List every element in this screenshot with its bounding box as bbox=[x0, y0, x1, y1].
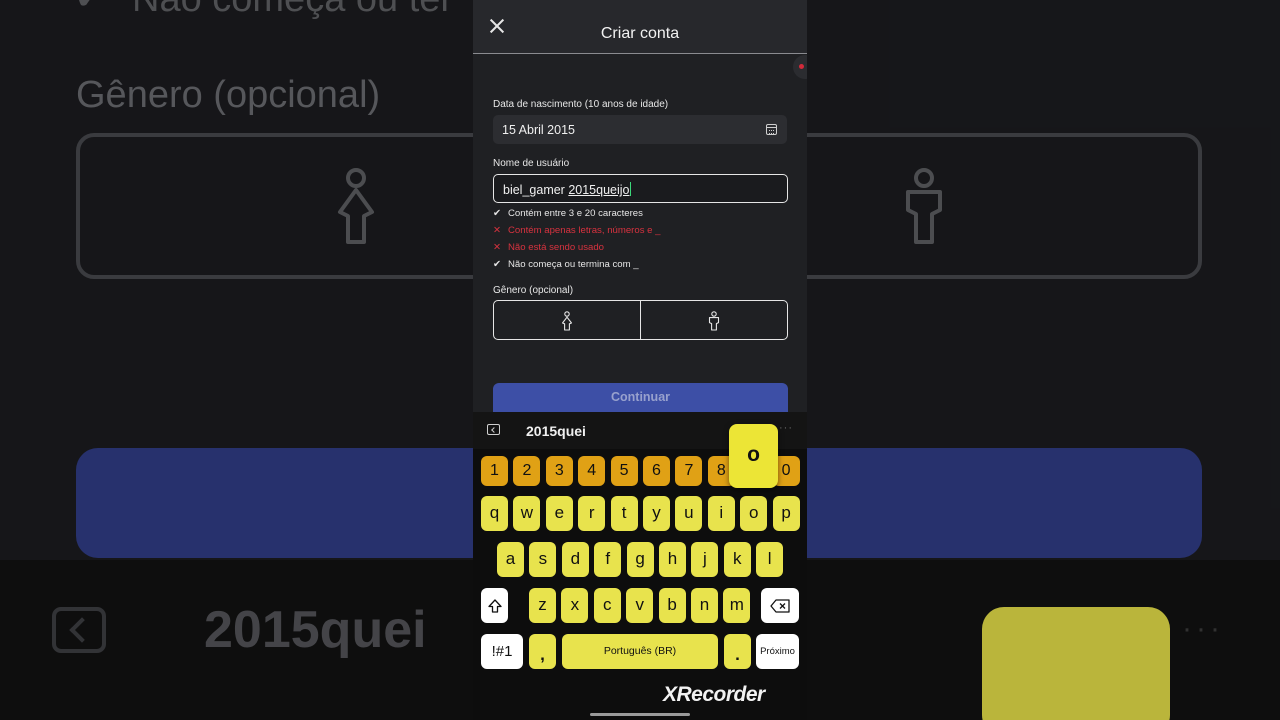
username-input[interactable]: biel_gamer 2015queijo bbox=[493, 174, 788, 203]
calendar-icon[interactable] bbox=[766, 124, 777, 135]
number-key-4[interactable]: 4 bbox=[578, 456, 606, 486]
shift-icon bbox=[487, 599, 502, 613]
check-icon: ✔ bbox=[493, 208, 502, 219]
number-key-3[interactable]: 3 bbox=[545, 456, 573, 486]
space-key[interactable]: Português (BR) bbox=[562, 634, 718, 669]
rule-text: Não está sendo usado bbox=[508, 242, 605, 253]
gender-option-male[interactable] bbox=[640, 301, 787, 339]
recording-indicator-icon[interactable] bbox=[793, 55, 807, 79]
phone-screen: Criar conta Data de nascimento (10 anos … bbox=[473, 0, 807, 720]
male-icon bbox=[708, 311, 720, 331]
letter-key-p[interactable]: p bbox=[772, 496, 800, 531]
letter-key-o[interactable]: o bbox=[740, 496, 768, 531]
text-caret bbox=[629, 182, 631, 196]
letter-key-a[interactable]: a bbox=[497, 542, 524, 577]
number-key-6[interactable]: 6 bbox=[643, 456, 670, 486]
username-value-composing: 2015queijo bbox=[568, 183, 630, 197]
letter-key-g[interactable]: g bbox=[626, 542, 654, 577]
rule-length: ✔ Contém entre 3 e 20 caracteres bbox=[493, 208, 643, 219]
letter-key-k[interactable]: k bbox=[723, 542, 751, 577]
birth-date-label: Data de nascimento (10 anos de idade) bbox=[493, 99, 669, 110]
letter-key-c[interactable]: c bbox=[593, 588, 621, 623]
letter-key-u[interactable]: u bbox=[675, 496, 703, 531]
letter-key-e[interactable]: e bbox=[545, 496, 573, 531]
rule-text: Contém entre 3 e 20 caracteres bbox=[508, 208, 643, 219]
page-title: Criar conta bbox=[600, 25, 680, 42]
female-icon bbox=[561, 311, 573, 331]
letter-key-t[interactable]: t bbox=[610, 496, 638, 531]
birth-date-value: 15 Abril 2015 bbox=[502, 123, 575, 137]
cross-icon: ✕ bbox=[493, 225, 502, 236]
check-icon: ✔ bbox=[493, 259, 502, 270]
rule-characters: ✕ Contém apenas letras, números e _ bbox=[493, 225, 661, 236]
birth-date-field[interactable]: 15 Abril 2015 bbox=[493, 115, 787, 144]
gender-selector bbox=[493, 300, 788, 340]
rule-text: Contém apenas letras, números e _ bbox=[508, 225, 661, 236]
letter-key-h[interactable]: h bbox=[659, 542, 686, 577]
letter-key-w[interactable]: w bbox=[513, 496, 541, 531]
letter-key-f[interactable]: f bbox=[594, 542, 622, 577]
letter-key-l[interactable]: l bbox=[756, 542, 784, 577]
continue-button[interactable]: Continuar bbox=[493, 383, 788, 412]
letter-key-i[interactable]: i bbox=[707, 496, 735, 531]
backspace-icon bbox=[770, 599, 790, 613]
suggestion-word[interactable]: 2015quei bbox=[526, 423, 586, 439]
number-key-5[interactable]: 5 bbox=[610, 456, 638, 486]
comma-key[interactable]: , bbox=[529, 634, 556, 669]
username-value-prefix: biel_gamer bbox=[503, 183, 569, 197]
letter-key-j[interactable]: j bbox=[691, 542, 719, 577]
symbols-key[interactable]: !#1 bbox=[481, 634, 523, 669]
letter-key-n[interactable]: n bbox=[691, 588, 718, 623]
letter-key-x[interactable]: x bbox=[561, 588, 589, 623]
key-preview-popup: o bbox=[729, 424, 778, 488]
letter-key-y[interactable]: y bbox=[643, 496, 670, 531]
rule-underscore: ✔ Não começa ou termina com _ bbox=[493, 259, 639, 270]
letter-key-r[interactable]: r bbox=[578, 496, 606, 531]
letter-key-b[interactable]: b bbox=[658, 588, 686, 623]
letter-key-q[interactable]: q bbox=[481, 496, 508, 531]
letter-key-v[interactable]: v bbox=[626, 588, 654, 623]
gender-option-female[interactable] bbox=[494, 301, 640, 339]
watermark-logo: XRecorder bbox=[663, 683, 765, 706]
rule-text: Não começa ou termina com _ bbox=[508, 259, 639, 270]
username-label: Nome de usuário bbox=[493, 158, 570, 169]
number-key-2[interactable]: 2 bbox=[513, 456, 541, 486]
rule-availability: ✕ Não está sendo usado bbox=[493, 242, 604, 253]
letter-key-m[interactable]: m bbox=[723, 588, 751, 623]
letter-key-z[interactable]: z bbox=[529, 588, 556, 623]
top-bar: Criar conta bbox=[473, 0, 807, 54]
home-indicator[interactable] bbox=[590, 713, 690, 716]
keyboard-back-icon[interactable] bbox=[487, 424, 500, 435]
backspace-key[interactable] bbox=[761, 588, 799, 623]
period-key[interactable]: . bbox=[724, 634, 751, 669]
username-value: biel_gamer 2015queijo bbox=[503, 182, 631, 197]
shift-key[interactable] bbox=[481, 588, 508, 623]
gender-label: Gênero (opcional) bbox=[493, 285, 574, 296]
letter-key-s[interactable]: s bbox=[529, 542, 557, 577]
letter-key-d[interactable]: d bbox=[561, 542, 589, 577]
number-key-7[interactable]: 7 bbox=[675, 456, 703, 486]
more-options-icon[interactable]: ··· bbox=[779, 422, 793, 434]
cross-icon: ✕ bbox=[493, 242, 502, 253]
number-key-1[interactable]: 1 bbox=[481, 456, 508, 486]
next-key[interactable]: Próximo bbox=[756, 634, 799, 669]
keyboard: 2015quei ··· 1234567890 qwertyuiop asdfg… bbox=[473, 412, 807, 720]
